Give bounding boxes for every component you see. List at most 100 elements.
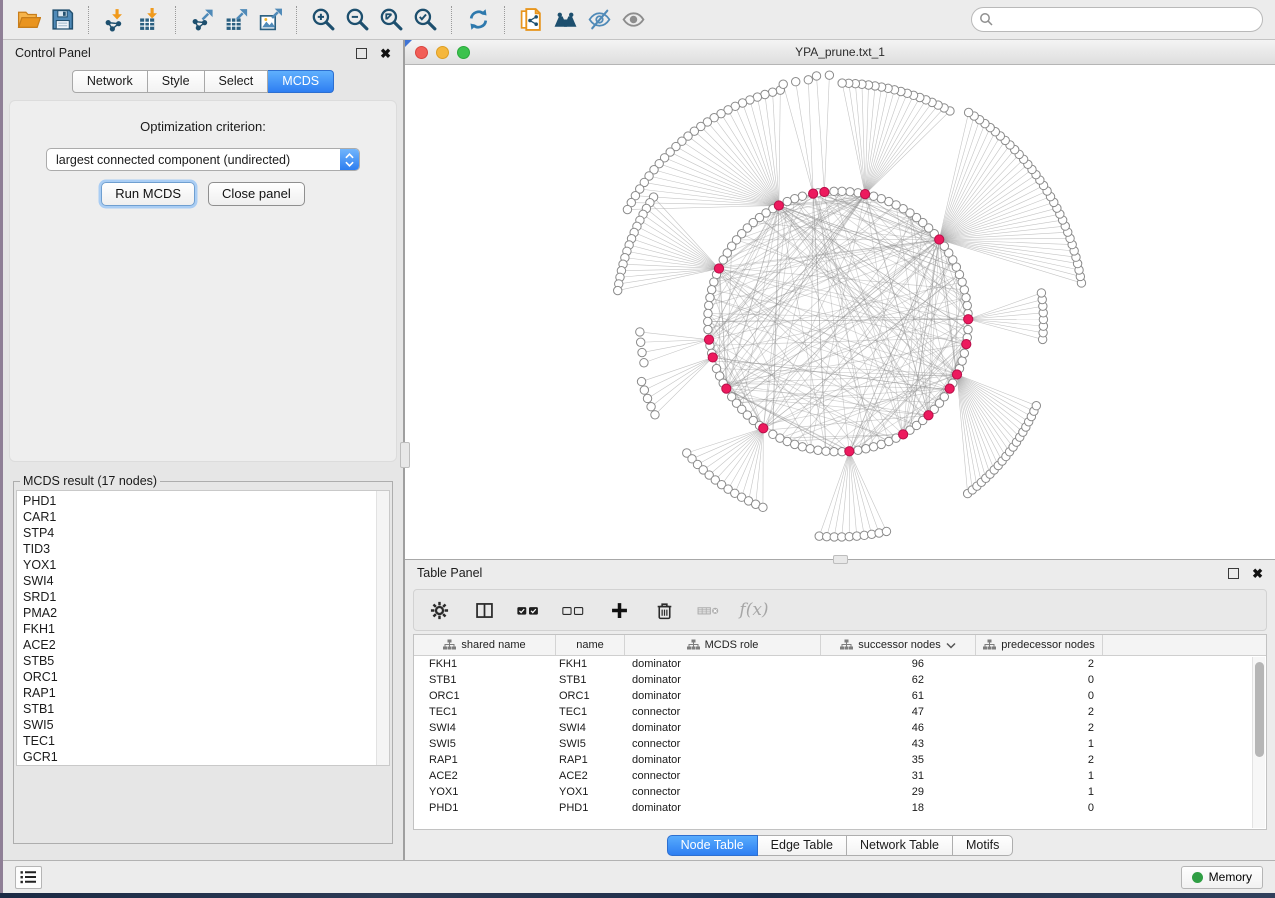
- network-mcds-node[interactable]: [964, 315, 973, 324]
- window-minimize-button[interactable]: [436, 46, 449, 59]
- network-node[interactable]: [958, 357, 966, 365]
- network-mcds-node[interactable]: [759, 424, 768, 433]
- show-columns-button[interactable]: [471, 597, 497, 623]
- network-node[interactable]: [964, 325, 972, 333]
- network-node[interactable]: [830, 448, 838, 456]
- network-leaf-node[interactable]: [812, 72, 820, 80]
- network-node[interactable]: [940, 393, 948, 401]
- import-network-button[interactable]: [100, 5, 130, 35]
- table-row[interactable]: ACE2ACE2connector311: [414, 768, 1266, 784]
- network-canvas[interactable]: [405, 65, 1275, 559]
- network-node[interactable]: [704, 317, 712, 325]
- table-row[interactable]: STB1STB1dominator620: [414, 672, 1266, 688]
- table-row[interactable]: FKH1FKH1dominator962: [414, 656, 1266, 672]
- panel-splitter-grip-vertical[interactable]: [400, 442, 410, 468]
- float-panel-icon[interactable]: [1228, 568, 1239, 579]
- table-row[interactable]: SWI5SWI5connector431: [414, 736, 1266, 752]
- network-leaf-node[interactable]: [636, 328, 644, 336]
- tab-network[interactable]: Network: [72, 70, 148, 93]
- import-table-button[interactable]: [134, 5, 164, 35]
- network-node[interactable]: [869, 443, 877, 451]
- table-scrollbar-thumb[interactable]: [1255, 662, 1264, 757]
- mcds-result-item[interactable]: STB1: [23, 701, 389, 717]
- tab-motifs[interactable]: Motifs: [953, 835, 1013, 856]
- mcds-result-item[interactable]: GCR1: [23, 749, 389, 765]
- table-row[interactable]: ORC1ORC1dominator610: [414, 688, 1266, 704]
- network-node[interactable]: [862, 445, 870, 453]
- hide-graphics-details-button[interactable]: [584, 5, 614, 35]
- network-mcds-node[interactable]: [845, 447, 854, 456]
- network-node[interactable]: [704, 325, 712, 333]
- table-row[interactable]: PHD1PHD1dominator180: [414, 800, 1266, 816]
- mcds-result-item[interactable]: FKH1: [23, 621, 389, 637]
- column-header-predecessor-nodes[interactable]: predecessor nodes: [976, 635, 1103, 655]
- network-mcds-node[interactable]: [722, 384, 731, 393]
- table-scrollbar[interactable]: [1252, 657, 1265, 828]
- network-node[interactable]: [719, 256, 727, 264]
- network-node[interactable]: [704, 309, 712, 317]
- close-panel-icon[interactable]: ✖: [380, 48, 391, 59]
- table-settings-button[interactable]: [426, 597, 452, 623]
- network-node[interactable]: [822, 447, 830, 455]
- network-leaf-node[interactable]: [964, 108, 972, 116]
- network-leaf-node[interactable]: [838, 79, 846, 87]
- table-row[interactable]: YOX1YOX1connector291: [414, 784, 1266, 800]
- network-leaf-node[interactable]: [1037, 289, 1045, 297]
- refresh-button[interactable]: [463, 5, 493, 35]
- network-mcds-node[interactable]: [708, 353, 717, 362]
- mcds-result-item[interactable]: PHD1: [23, 493, 389, 509]
- network-leaf-node[interactable]: [643, 394, 651, 402]
- search-network-button[interactable]: [550, 5, 580, 35]
- table-row[interactable]: SWI4SWI4dominator462: [414, 720, 1266, 736]
- delete-row-button[interactable]: [651, 597, 677, 623]
- deselect-all-button[interactable]: [561, 597, 587, 623]
- network-node[interactable]: [798, 192, 806, 200]
- network-node[interactable]: [798, 443, 806, 451]
- network-node[interactable]: [706, 293, 714, 301]
- export-table-button[interactable]: [221, 5, 251, 35]
- network-node[interactable]: [707, 286, 715, 294]
- column-header-successor-nodes[interactable]: successor nodes: [821, 635, 976, 655]
- mcds-result-item[interactable]: SRD1: [23, 589, 389, 605]
- mcds-result-item[interactable]: RAP1: [23, 685, 389, 701]
- network-leaf-node[interactable]: [636, 338, 644, 346]
- network-node[interactable]: [838, 187, 846, 195]
- network-node[interactable]: [705, 301, 713, 309]
- zoom-out-button[interactable]: [342, 5, 372, 35]
- mcds-result-item[interactable]: TID3: [23, 541, 389, 557]
- network-node[interactable]: [790, 440, 798, 448]
- mcds-result-item[interactable]: ACE2: [23, 637, 389, 653]
- open-session-button[interactable]: [13, 5, 43, 35]
- network-node[interactable]: [960, 349, 968, 357]
- network-leaf-node[interactable]: [882, 527, 890, 535]
- zoom-in-button[interactable]: [308, 5, 338, 35]
- network-leaf-node[interactable]: [759, 503, 767, 511]
- column-header-shared-name[interactable]: shared name: [414, 635, 556, 655]
- close-panel-icon[interactable]: ✖: [1252, 568, 1263, 579]
- network-leaf-node[interactable]: [1032, 401, 1040, 409]
- mcds-list-scrollbar[interactable]: [376, 491, 389, 765]
- network-node[interactable]: [830, 187, 838, 195]
- network-mcds-node[interactable]: [899, 430, 908, 439]
- panel-splitter-grip-horizontal[interactable]: [833, 555, 848, 564]
- network-leaf-node[interactable]: [640, 386, 648, 394]
- network-node[interactable]: [963, 301, 971, 309]
- window-close-button[interactable]: [415, 46, 428, 59]
- table-row[interactable]: TEC1TEC1connector472: [414, 704, 1266, 720]
- network-leaf-node[interactable]: [779, 80, 787, 88]
- network-mcds-node[interactable]: [860, 189, 869, 198]
- network-mcds-node[interactable]: [924, 411, 933, 420]
- network-mcds-node[interactable]: [962, 340, 971, 349]
- network-leaf-node[interactable]: [792, 78, 800, 86]
- show-graphics-details-button[interactable]: [618, 5, 648, 35]
- mcds-result-item[interactable]: SWI5: [23, 717, 389, 733]
- network-leaf-node[interactable]: [651, 411, 659, 419]
- mcds-result-item[interactable]: SWI4: [23, 573, 389, 589]
- network-node[interactable]: [846, 188, 854, 196]
- network-node[interactable]: [806, 445, 814, 453]
- network-node[interactable]: [877, 194, 885, 202]
- column-header-mcds-role[interactable]: MCDS role: [625, 635, 821, 655]
- close-panel-button[interactable]: Close panel: [208, 182, 305, 206]
- tab-style[interactable]: Style: [148, 70, 205, 93]
- mcds-result-item[interactable]: YOX1: [23, 557, 389, 573]
